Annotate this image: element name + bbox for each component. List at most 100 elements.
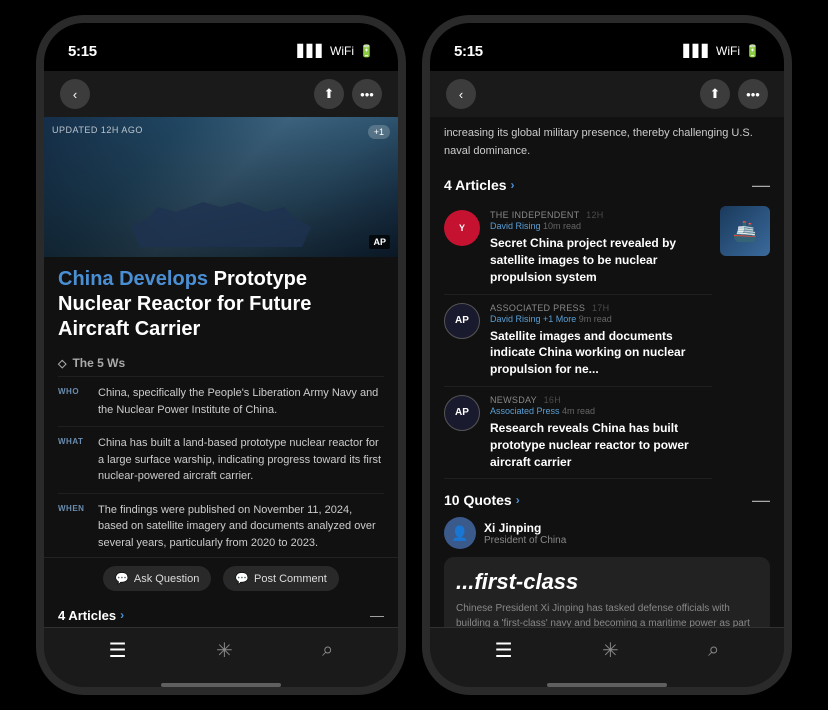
ws-what-text: China has built a land-based prototype n… [98,435,384,485]
quotes-chevron: › [516,493,520,507]
five-ws-section[interactable]: The 5 Ws WHO China, specifically the Peo… [44,350,398,557]
battery-icon-2: 🔋 [745,44,760,58]
quotes-count: 10 Quotes [444,492,512,508]
title-newsday: Research reveals China has built prototy… [490,420,712,470]
status-bar-1: 5:15 ▋▋▋ WiFi 🔋 [44,23,398,71]
tab-search-2[interactable]: ⌕ [708,639,719,662]
ask-label-1: Ask Question [134,573,199,585]
avatar-independent: Y [444,210,480,246]
news-icon-1: ☰ [109,638,127,663]
articles-collapse-2[interactable]: — [752,176,770,194]
author-ap-1: David Rising +1 More 9m read [490,314,712,324]
quotes-collapse[interactable]: — [752,491,770,509]
quotes-section-header: 10 Quotes › — [444,491,770,509]
tab-bar-2: ☰ ✳ ⌕ [430,627,784,679]
status-time-1: 5:15 [68,43,97,60]
tab-news-2[interactable]: ☰ [495,638,513,663]
battery-icon: 🔋 [359,44,374,58]
author-independent: David Rising 10m read [490,221,712,231]
quote-card: ...first-class Chinese President Xi Jinp… [444,557,770,627]
title-independent: Secret China project revealed by satelli… [490,235,712,285]
five-ws-label: The 5 Ws [72,356,125,370]
wifi-icon-2: WiFi [716,44,740,58]
articles-collapse-1[interactable]: — [370,607,384,623]
tab-star-1[interactable]: ✳ [216,638,233,663]
article-card-1[interactable]: Y THE INDEPENDENT 12H David Rising 10m r… [444,202,712,294]
post-comment-button-1[interactable]: 💬 Post Comment [223,566,338,591]
ws-what: WHAT China has built a land-based protot… [58,426,384,493]
comment-icon-1: 💬 [235,572,249,585]
ask-question-button-1[interactable]: 💬 Ask Question [103,566,211,591]
article-card-body-1: THE INDEPENDENT 12H David Rising 10m rea… [490,210,712,285]
status-icons-2: ▋▋▋ WiFi 🔋 [683,44,760,58]
share-button-1[interactable]: ⬆ [314,79,344,109]
source-ap-1: ASSOCIATED PRESS 17H [490,303,712,313]
quote-avatar: 👤 [444,517,476,549]
plus-badge: +1 [368,125,390,139]
back-button-2[interactable]: ‹ [446,79,476,109]
article-thumb-right: 🚢 [720,206,770,256]
more-button-1[interactable]: ••• [352,79,382,109]
quote-author-info: Xi Jinping President of China [484,521,566,546]
title-highlight: China Develops [58,268,208,290]
articles-chevron-2: › [511,178,515,192]
article-title: China Develops Prototype Nuclear Reactor… [58,267,384,342]
five-ws-header: The 5 Ws [58,350,384,376]
tab-bar-1: ☰ ✳ ⌕ [44,627,398,679]
articles-section-header: 4 Articles › — [444,176,770,194]
ws-when: WHEN The findings were published on Nove… [58,493,384,558]
ws-who-text: China, specifically the People's Liberat… [98,385,384,418]
share-button-2[interactable]: ⬆ [700,79,730,109]
news-icon-2: ☰ [495,638,513,663]
tab-star-2[interactable]: ✳ [602,638,619,663]
star-icon-1: ✳ [216,638,233,663]
quote-author-title: President of China [484,535,566,546]
tab-search-1[interactable]: ⌕ [322,639,333,662]
star-icon-2: ✳ [602,638,619,663]
updated-label: UPDATED 12H AGO [52,125,143,135]
articles-list: Y THE INDEPENDENT 12H David Rising 10m r… [444,202,712,479]
more-button-2[interactable]: ••• [738,79,768,109]
quote-author-row: 👤 Xi Jinping President of China [444,517,770,549]
articles-section-title: 4 Articles › [444,177,515,193]
articles-section-2: 4 Articles › — Y THE INDEPENDENT 12H Dav… [430,168,784,483]
author-newsday: Associated Press 4m read [490,406,712,416]
phone1-content: UPDATED 12H AGO AP +1 China Develops Pro… [44,117,398,627]
search-icon-2: ⌕ [708,639,719,662]
scrolled-text: increasing its global military presence,… [444,125,770,160]
tab-news-1[interactable]: ☰ [109,638,127,663]
ws-who: WHO China, specifically the People's Lib… [58,376,384,426]
phone-2: 5:15 ▋▋▋ WiFi 🔋 ‹ ⬆ ••• increasing its g… [422,15,792,695]
articles-count-2: 4 Articles [444,177,507,193]
hero-image: UPDATED 12H AGO AP +1 [44,117,398,257]
article-title-block: China Develops Prototype Nuclear Reactor… [44,257,398,350]
bottom-actions-1: 💬 Ask Question 💬 Post Comment [44,557,398,599]
article-card-2[interactable]: AP ASSOCIATED PRESS 17H David Rising +1 … [444,295,712,387]
article-card-body-3: NEWSDAY 16H Associated Press 4m read Res… [490,395,712,470]
dynamic-island-1 [142,35,252,63]
articles-bar-1[interactable]: 4 Articles › — [44,599,398,627]
quote-context: Chinese President Xi Jinping has tasked … [456,601,758,627]
back-button-1[interactable]: ‹ [60,79,90,109]
articles-count-1: 4 Articles [58,608,116,623]
ws-when-text: The findings were published on November … [98,502,384,552]
ship-silhouette [131,197,311,247]
articles-chevron-1: › [120,608,124,622]
nav-actions-1: ⬆ ••• [314,79,382,109]
ws-what-label: WHAT [58,435,88,485]
phone-1: 5:15 ▋▋▋ WiFi 🔋 ‹ ⬆ ••• UPDATED 12H AGO … [36,15,406,695]
source-newsday: NEWSDAY 16H [490,395,712,405]
nav-actions-2: ⬆ ••• [700,79,768,109]
scrolled-article: increasing its global military presence,… [430,117,784,168]
home-indicator-2 [547,683,667,687]
dynamic-island-2 [528,35,638,63]
articles-row: Y THE INDEPENDENT 12H David Rising 10m r… [444,202,770,479]
avatar-ap-1: AP [444,303,480,339]
status-time-2: 5:15 [454,43,483,60]
title-ap-1: Satellite images and documents indicate … [490,328,712,378]
article-card-body-2: ASSOCIATED PRESS 17H David Rising +1 Mor… [490,303,712,378]
comment-label-1: Post Comment [254,573,327,585]
phone2-content: increasing its global military presence,… [430,117,784,627]
ws-when-label: WHEN [58,502,88,552]
article-card-3[interactable]: AP NEWSDAY 16H Associated Press 4m read … [444,387,712,479]
